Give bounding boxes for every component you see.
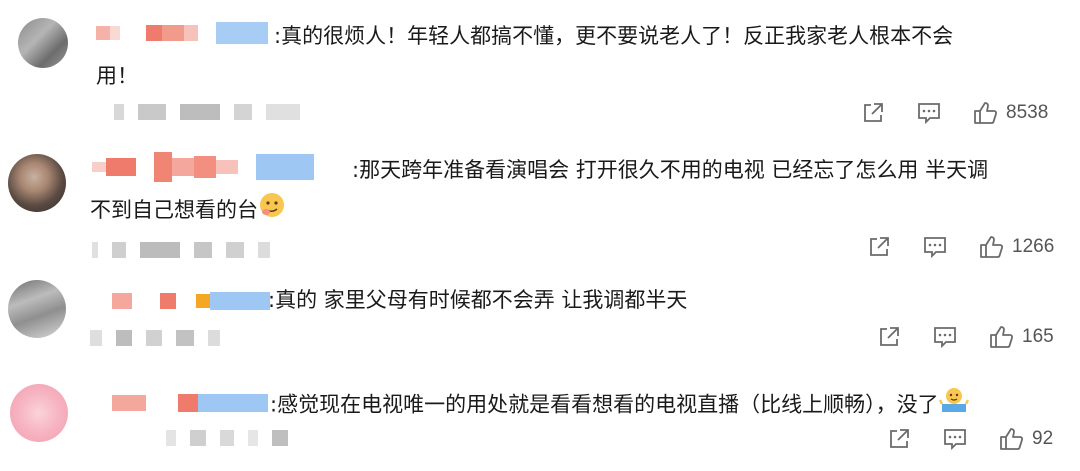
comment-meta-mosaic — [90, 330, 220, 346]
share-icon[interactable] — [876, 324, 902, 350]
avatar[interactable] — [10, 384, 68, 442]
comment-icon[interactable] — [916, 100, 942, 126]
shrug-emoji — [938, 384, 969, 427]
thinking-face-emoji — [258, 191, 286, 232]
thumbs-up-icon[interactable] — [972, 100, 998, 126]
comment-text-continued: 不到自己想看的台 — [90, 190, 286, 232]
like-count: 92 — [1032, 428, 1054, 449]
comment-meta-mosaic — [114, 104, 300, 120]
username-mosaic[interactable] — [96, 22, 268, 44]
comment-text-line1: :感觉现在电视唯一的用处就是看看想看的电视直播（比线上顺畅），没了 — [270, 392, 939, 417]
comment-text-continued: 用！ — [96, 64, 138, 88]
comment-actions: 8538 — [860, 100, 1048, 126]
comment-text: :感觉现在电视唯一的用处就是看看想看的电视直播（比线上顺畅），没了 — [270, 384, 969, 427]
comment-meta-mosaic — [92, 242, 270, 258]
comment-item: :真的很烦人！年轻人都搞不懂，更不要说老人了！反正我家老人根本不会 用！ 853… — [0, 0, 1080, 140]
comment-item: :那天跨年准备看演唱会 打开很久不用的电视 已经忘了怎么用 半天调 不到自己想看… — [0, 140, 1080, 270]
comment-icon[interactable] — [932, 324, 958, 350]
username-mosaic[interactable] — [112, 394, 268, 412]
comment-text: :真的 家里父母有时候都不会弄 让我调都半天 — [268, 288, 688, 312]
thumbs-up-icon[interactable] — [978, 234, 1004, 260]
comment-actions: 92 — [886, 426, 1053, 452]
avatar[interactable] — [8, 280, 66, 338]
comment-icon[interactable] — [922, 234, 948, 260]
comment-text: :真的很烦人！年轻人都搞不懂，更不要说老人了！反正我家老人根本不会 — [274, 24, 954, 48]
like-count: 1266 — [1012, 236, 1055, 257]
comment-icon[interactable] — [942, 426, 968, 452]
comment-actions: 165 — [876, 324, 1054, 350]
thumbs-up-icon[interactable] — [998, 426, 1024, 452]
like-count: 8538 — [1006, 102, 1049, 123]
avatar[interactable] — [18, 18, 68, 68]
thumbs-up-icon[interactable] — [988, 324, 1014, 350]
share-icon[interactable] — [866, 234, 892, 260]
comment-actions: 1266 — [866, 234, 1054, 260]
avatar[interactable] — [8, 154, 66, 212]
username-mosaic[interactable] — [92, 152, 314, 182]
comment-meta-mosaic — [166, 430, 288, 446]
comment-item: :真的 家里父母有时候都不会弄 让我调都半天 165 — [0, 270, 1080, 370]
like-count: 165 — [1022, 326, 1054, 347]
comment-item: :感觉现在电视唯一的用处就是看看想看的电视直播（比线上顺畅），没了 92 — [0, 370, 1080, 471]
username-mosaic[interactable] — [112, 292, 270, 310]
comment-text: :那天跨年准备看演唱会 打开很久不用的电视 已经忘了怎么用 半天调 — [352, 158, 989, 182]
comment-text-line2: 不到自己想看的台 — [90, 198, 258, 222]
share-icon[interactable] — [886, 426, 912, 452]
share-icon[interactable] — [860, 100, 886, 126]
